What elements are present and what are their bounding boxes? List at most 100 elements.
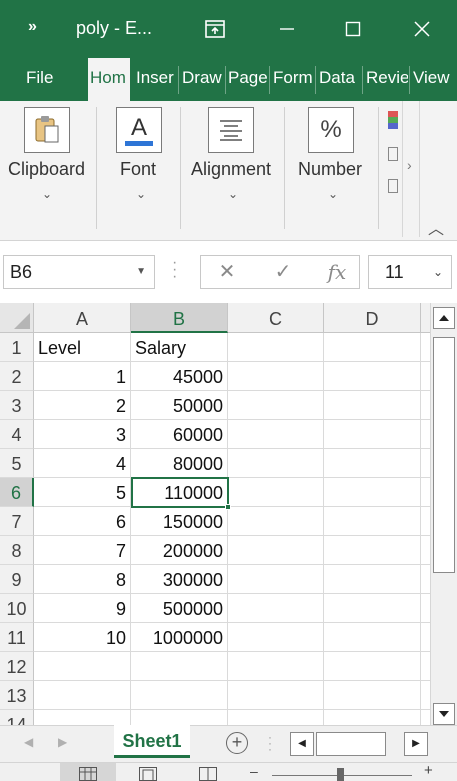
cell[interactable]: 4 — [34, 449, 131, 478]
cell[interactable] — [324, 594, 421, 623]
formula-bar-resize-handle[interactable]: · · · — [172, 255, 177, 285]
tab-draw[interactable]: Draw — [180, 58, 224, 101]
cell[interactable] — [228, 710, 324, 725]
chevron-down-icon[interactable]: ▼ — [136, 256, 146, 288]
cell[interactable] — [228, 478, 324, 507]
cell[interactable]: 5 — [34, 478, 131, 507]
cell[interactable] — [421, 420, 430, 449]
cell[interactable] — [228, 420, 324, 449]
cell[interactable]: 7 — [34, 536, 131, 565]
cell[interactable] — [421, 333, 430, 362]
cell[interactable] — [421, 565, 430, 594]
prev-sheet-icon[interactable]: ◀ — [24, 735, 33, 749]
cell[interactable] — [228, 449, 324, 478]
zoom-out-icon[interactable]: – — [250, 763, 258, 779]
page-layout-view-button[interactable] — [120, 763, 176, 781]
tab-home[interactable]: Hom — [88, 58, 130, 101]
row-header[interactable]: 4 — [0, 420, 34, 449]
cell[interactable] — [324, 478, 421, 507]
row-header[interactable]: 14 — [0, 710, 34, 725]
ribbon-display-options-button[interactable] — [198, 12, 232, 46]
cell[interactable] — [34, 710, 131, 725]
row-header[interactable]: 10 — [0, 594, 34, 623]
cell[interactable]: Level — [34, 333, 131, 362]
cell[interactable] — [228, 391, 324, 420]
cell[interactable] — [228, 623, 324, 652]
tab-split-handle[interactable]: · · · — [268, 731, 272, 755]
fill-handle[interactable] — [225, 504, 231, 510]
cell[interactable] — [421, 507, 430, 536]
column-header-d[interactable]: D — [324, 303, 421, 333]
cell[interactable]: 200000 — [131, 536, 228, 565]
tab-review[interactable]: Revie — [364, 58, 408, 101]
tab-page-layout[interactable]: Page — [226, 58, 268, 101]
cell[interactable] — [324, 420, 421, 449]
cell[interactable] — [421, 362, 430, 391]
cell[interactable] — [421, 449, 430, 478]
cell[interactable]: 110000 — [131, 478, 228, 507]
close-button[interactable] — [405, 12, 439, 46]
name-box[interactable]: B6 ▼ — [3, 255, 155, 289]
more-commands-icon[interactable]: » — [28, 18, 37, 36]
cell[interactable] — [324, 391, 421, 420]
cell[interactable] — [228, 362, 324, 391]
cell[interactable]: 50000 — [131, 391, 228, 420]
font-group[interactable]: A Font ⌄ — [100, 101, 180, 233]
collapse-ribbon-icon[interactable]: ︿ — [428, 215, 444, 239]
tab-view[interactable]: View — [411, 58, 457, 101]
page-break-view-button[interactable] — [180, 763, 236, 781]
column-header-c[interactable]: C — [228, 303, 324, 333]
cell[interactable] — [324, 362, 421, 391]
row-header[interactable]: 2 — [0, 362, 34, 391]
cell[interactable] — [421, 478, 430, 507]
cell[interactable] — [131, 681, 228, 710]
cell[interactable] — [131, 652, 228, 681]
cell[interactable] — [421, 652, 430, 681]
enter-icon[interactable]: ✓ — [263, 256, 303, 288]
cell[interactable] — [131, 710, 228, 725]
row-header[interactable]: 11 — [0, 623, 34, 652]
cell[interactable] — [34, 681, 131, 710]
cell[interactable] — [421, 391, 430, 420]
cell[interactable]: 150000 — [131, 507, 228, 536]
row-header[interactable]: 3 — [0, 391, 34, 420]
scroll-left-button[interactable]: ◀ — [290, 732, 314, 756]
row-header[interactable]: 13 — [0, 681, 34, 710]
cell[interactable] — [324, 449, 421, 478]
normal-view-button[interactable] — [60, 763, 116, 781]
horizontal-scrollbar[interactable]: ◀ ▶ — [290, 732, 430, 756]
maximize-button[interactable] — [336, 12, 370, 46]
cell[interactable] — [421, 710, 430, 725]
zoom-in-icon[interactable]: + — [424, 762, 433, 779]
cell[interactable] — [324, 536, 421, 565]
cell[interactable]: Salary — [131, 333, 228, 362]
row-header[interactable]: 1 — [0, 333, 34, 362]
tab-file[interactable]: File — [16, 58, 66, 101]
row-header[interactable]: 5 — [0, 449, 34, 478]
minimize-button[interactable] — [270, 12, 304, 46]
next-sheet-icon[interactable]: ▶ — [58, 735, 67, 749]
cancel-icon[interactable]: ✕ — [207, 256, 247, 288]
add-sheet-button[interactable]: + — [226, 732, 248, 754]
cell[interactable]: 1 — [34, 362, 131, 391]
cell[interactable]: 8 — [34, 565, 131, 594]
tab-data[interactable]: Data — [317, 58, 361, 101]
cell[interactable] — [324, 623, 421, 652]
cell[interactable] — [228, 652, 324, 681]
cell[interactable] — [228, 681, 324, 710]
sheet-tab-sheet1[interactable]: Sheet1 — [114, 725, 190, 758]
cell[interactable]: 300000 — [131, 565, 228, 594]
cell[interactable] — [421, 681, 430, 710]
cell[interactable]: 6 — [34, 507, 131, 536]
cell[interactable] — [324, 333, 421, 362]
horizontal-scroll-thumb[interactable] — [316, 732, 386, 756]
cell[interactable] — [324, 652, 421, 681]
cell[interactable]: 1000000 — [131, 623, 228, 652]
insert-function-button[interactable]: fx — [317, 256, 357, 288]
vertical-scroll-thumb[interactable] — [433, 337, 455, 573]
row-header[interactable]: 6 — [0, 478, 34, 507]
row-header[interactable]: 7 — [0, 507, 34, 536]
worksheet-grid[interactable]: A B C D 1 Level Salary 2 1 45000 3 2 50000 4 3 6000… — [0, 303, 430, 725]
alignment-group[interactable]: Alignment ⌄ — [184, 101, 284, 233]
number-group[interactable]: % Number ⌄ — [288, 101, 378, 233]
